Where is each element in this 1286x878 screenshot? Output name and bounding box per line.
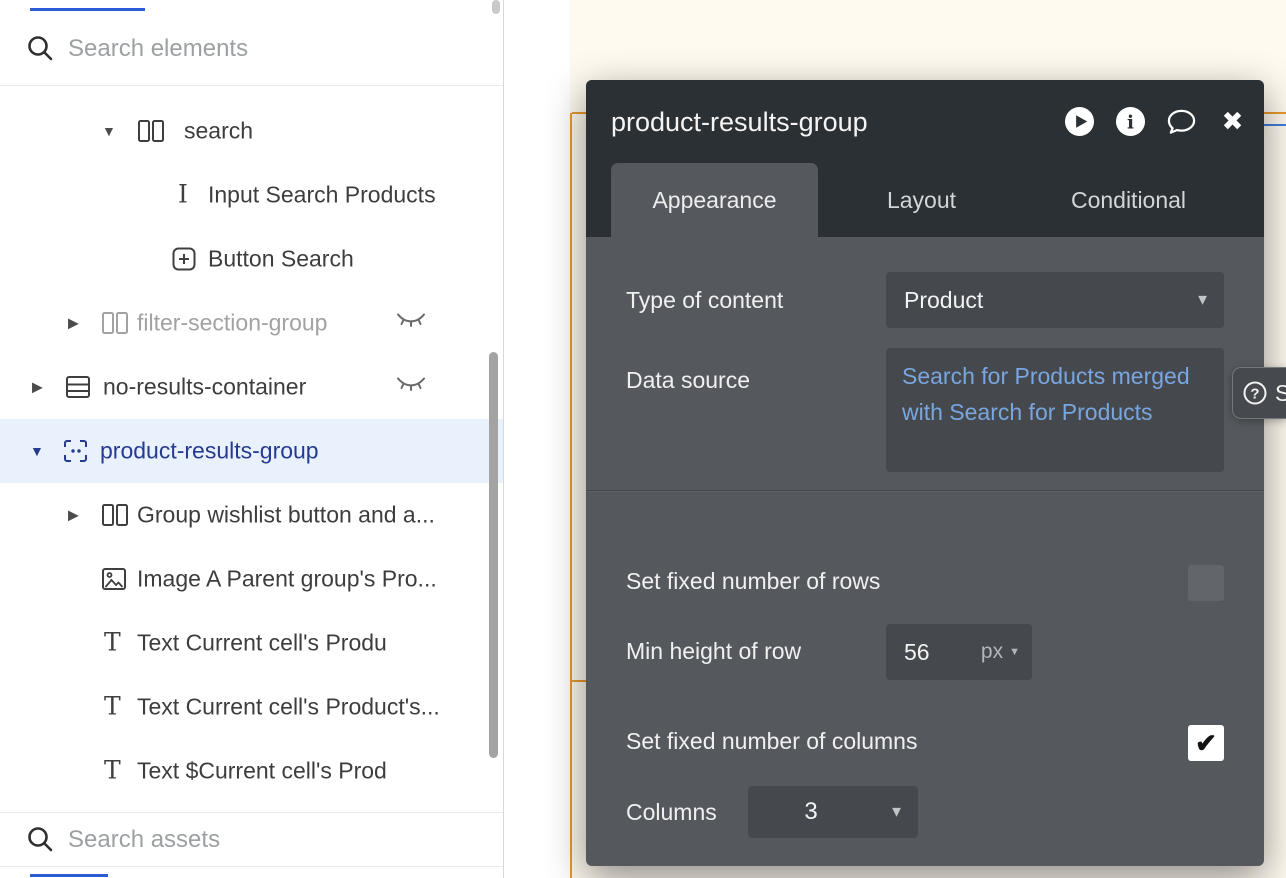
tree-item-text-product-2[interactable]: T Text Current cell's Product's...: [0, 675, 503, 739]
property-tabs: Appearance Layout Conditional: [611, 163, 1232, 237]
svg-text:?: ?: [1250, 386, 1259, 403]
help-label: S: [1275, 368, 1286, 418]
chevron-down-icon: ▼: [1195, 291, 1210, 309]
element-outline-blue: [1264, 124, 1286, 126]
bubble-editor: Search elements ▼ search I Input Search …: [0, 0, 1286, 878]
tab-conditional[interactable]: Conditional: [1025, 163, 1232, 237]
chevron-down-icon: ▼: [1009, 646, 1020, 658]
type-of-content-label: Type of content: [626, 287, 784, 313]
tree-item-label: Group wishlist button and a...: [137, 501, 435, 528]
preview-play-button[interactable]: [1064, 106, 1095, 137]
divider: [0, 85, 503, 86]
svg-text:i: i: [1127, 112, 1134, 133]
button-icon: [172, 247, 196, 271]
type-of-content-select[interactable]: Product ▼: [886, 272, 1224, 328]
tree-item-search[interactable]: ▼ search: [0, 99, 503, 163]
element-outline-top-right: [1264, 112, 1286, 114]
columns-value: 3: [804, 798, 818, 825]
help-button[interactable]: ? S: [1232, 367, 1286, 419]
tree-item-label: filter-section-group: [137, 309, 328, 336]
property-editor-title: product-results-group: [611, 107, 868, 137]
group-icon: [138, 120, 164, 142]
tree-item-no-results-container[interactable]: ▶ no-results-container: [0, 355, 503, 419]
fixed-columns-label: Set fixed number of columns: [626, 728, 918, 754]
hidden-eye-icon[interactable]: [396, 312, 426, 335]
property-editor-header[interactable]: product-results-group i ✖ Appearance Lay…: [586, 80, 1264, 237]
search-assets-input[interactable]: Search assets: [0, 815, 503, 865]
active-tab-indicator: [30, 8, 145, 11]
tree-item-label: no-results-container: [103, 373, 307, 400]
close-icon[interactable]: ✖: [1217, 106, 1248, 137]
data-source-expression[interactable]: Search for Products merged with Search f…: [902, 358, 1206, 430]
unit-dropdown[interactable]: px ▼: [981, 624, 1020, 680]
search-icon: [26, 825, 54, 858]
tree-item-label: Image A Parent group's Pro...: [137, 565, 437, 592]
comment-button[interactable]: [1166, 106, 1197, 137]
tree-item-label: search: [184, 117, 254, 144]
chevron-down-icon: ▼: [889, 803, 904, 821]
tree-item-label: Button Search: [208, 245, 354, 272]
help-icon: ?: [1242, 380, 1268, 411]
caret-right-icon[interactable]: ▶: [68, 507, 79, 524]
min-row-height-input[interactable]: 56 px ▼: [886, 624, 1032, 680]
fixed-columns-checkbox[interactable]: ✔: [1188, 725, 1224, 761]
tree-item-label: Input Search Products: [208, 181, 436, 208]
hidden-eye-icon[interactable]: [396, 376, 426, 399]
tree-item-image-parent-product[interactable]: Image A Parent group's Pro...: [0, 547, 503, 611]
tree-item-text-product-1[interactable]: T Text Current cell's Produ: [0, 611, 503, 675]
caret-right-icon[interactable]: ▶: [32, 379, 43, 396]
caret-down-icon[interactable]: ▼: [102, 123, 116, 139]
search-elements-placeholder: Search elements: [68, 35, 249, 62]
caret-right-icon[interactable]: ▶: [68, 315, 79, 332]
tree-item-input-search-products[interactable]: I Input Search Products: [0, 163, 503, 227]
min-row-height-value: 56: [904, 639, 930, 665]
bottom-tab-indicator: [30, 874, 108, 877]
tab-appearance[interactable]: Appearance: [611, 163, 818, 237]
info-button[interactable]: i: [1115, 106, 1146, 137]
image-icon: [102, 568, 126, 590]
search-elements-input[interactable]: Search elements: [0, 24, 503, 74]
unit-label: px: [980, 640, 1004, 663]
tree-item-label: Text Current cell's Product's...: [137, 693, 440, 720]
text-icon: T: [104, 691, 121, 721]
columns-label: Columns: [626, 799, 717, 825]
scrollbar-sliver[interactable]: [492, 0, 500, 14]
elements-tree-panel: Search elements ▼ search I Input Search …: [0, 0, 504, 878]
text-icon: T: [104, 627, 121, 657]
search-icon: [26, 34, 54, 67]
fixed-rows-label: Set fixed number of rows: [626, 568, 881, 594]
tree-item-group-wishlist[interactable]: ▶ Group wishlist button and a...: [0, 483, 503, 547]
min-row-height-label: Min height of row: [626, 638, 802, 664]
container-icon: [66, 376, 90, 398]
data-source-label: Data source: [626, 367, 751, 393]
search-assets-placeholder: Search assets: [68, 826, 221, 853]
columns-select[interactable]: 3 ▼: [748, 786, 918, 838]
caret-down-icon[interactable]: ▼: [30, 443, 44, 459]
tree-item-label: Text $Current cell's Prod: [137, 757, 387, 784]
type-of-content-value: Product: [904, 287, 984, 313]
tree-item-label: Text Current cell's Produ: [137, 629, 387, 656]
tree-item-button-search[interactable]: Button Search: [0, 227, 503, 291]
element-outline-top-left: [572, 112, 586, 114]
section-divider: [586, 490, 1264, 491]
input-icon: I: [178, 179, 188, 209]
fixed-rows-checkbox[interactable]: [1188, 565, 1224, 601]
tree-item-filter-section-group[interactable]: ▶ filter-section-group: [0, 291, 503, 355]
tree-item-text-product-3[interactable]: T Text $Current cell's Prod: [0, 739, 503, 803]
divider: [0, 866, 503, 867]
tree-item-label: product-results-group: [100, 437, 319, 464]
element-outline-left: [570, 113, 572, 878]
property-editor: product-results-group i ✖ Appearance Lay…: [586, 80, 1264, 866]
group-icon: [102, 312, 128, 334]
repeating-group-icon: [64, 440, 88, 462]
divider: [0, 812, 503, 813]
tab-layout[interactable]: Layout: [818, 163, 1025, 237]
data-source-field[interactable]: Search for Products merged with Search f…: [886, 348, 1224, 472]
text-icon: T: [104, 755, 121, 785]
tree-scrollbar[interactable]: [489, 352, 498, 758]
tree-item-product-results-group[interactable]: ▼ product-results-group: [0, 419, 503, 483]
group-icon: [102, 504, 128, 526]
element-outline-mid: [572, 680, 586, 682]
